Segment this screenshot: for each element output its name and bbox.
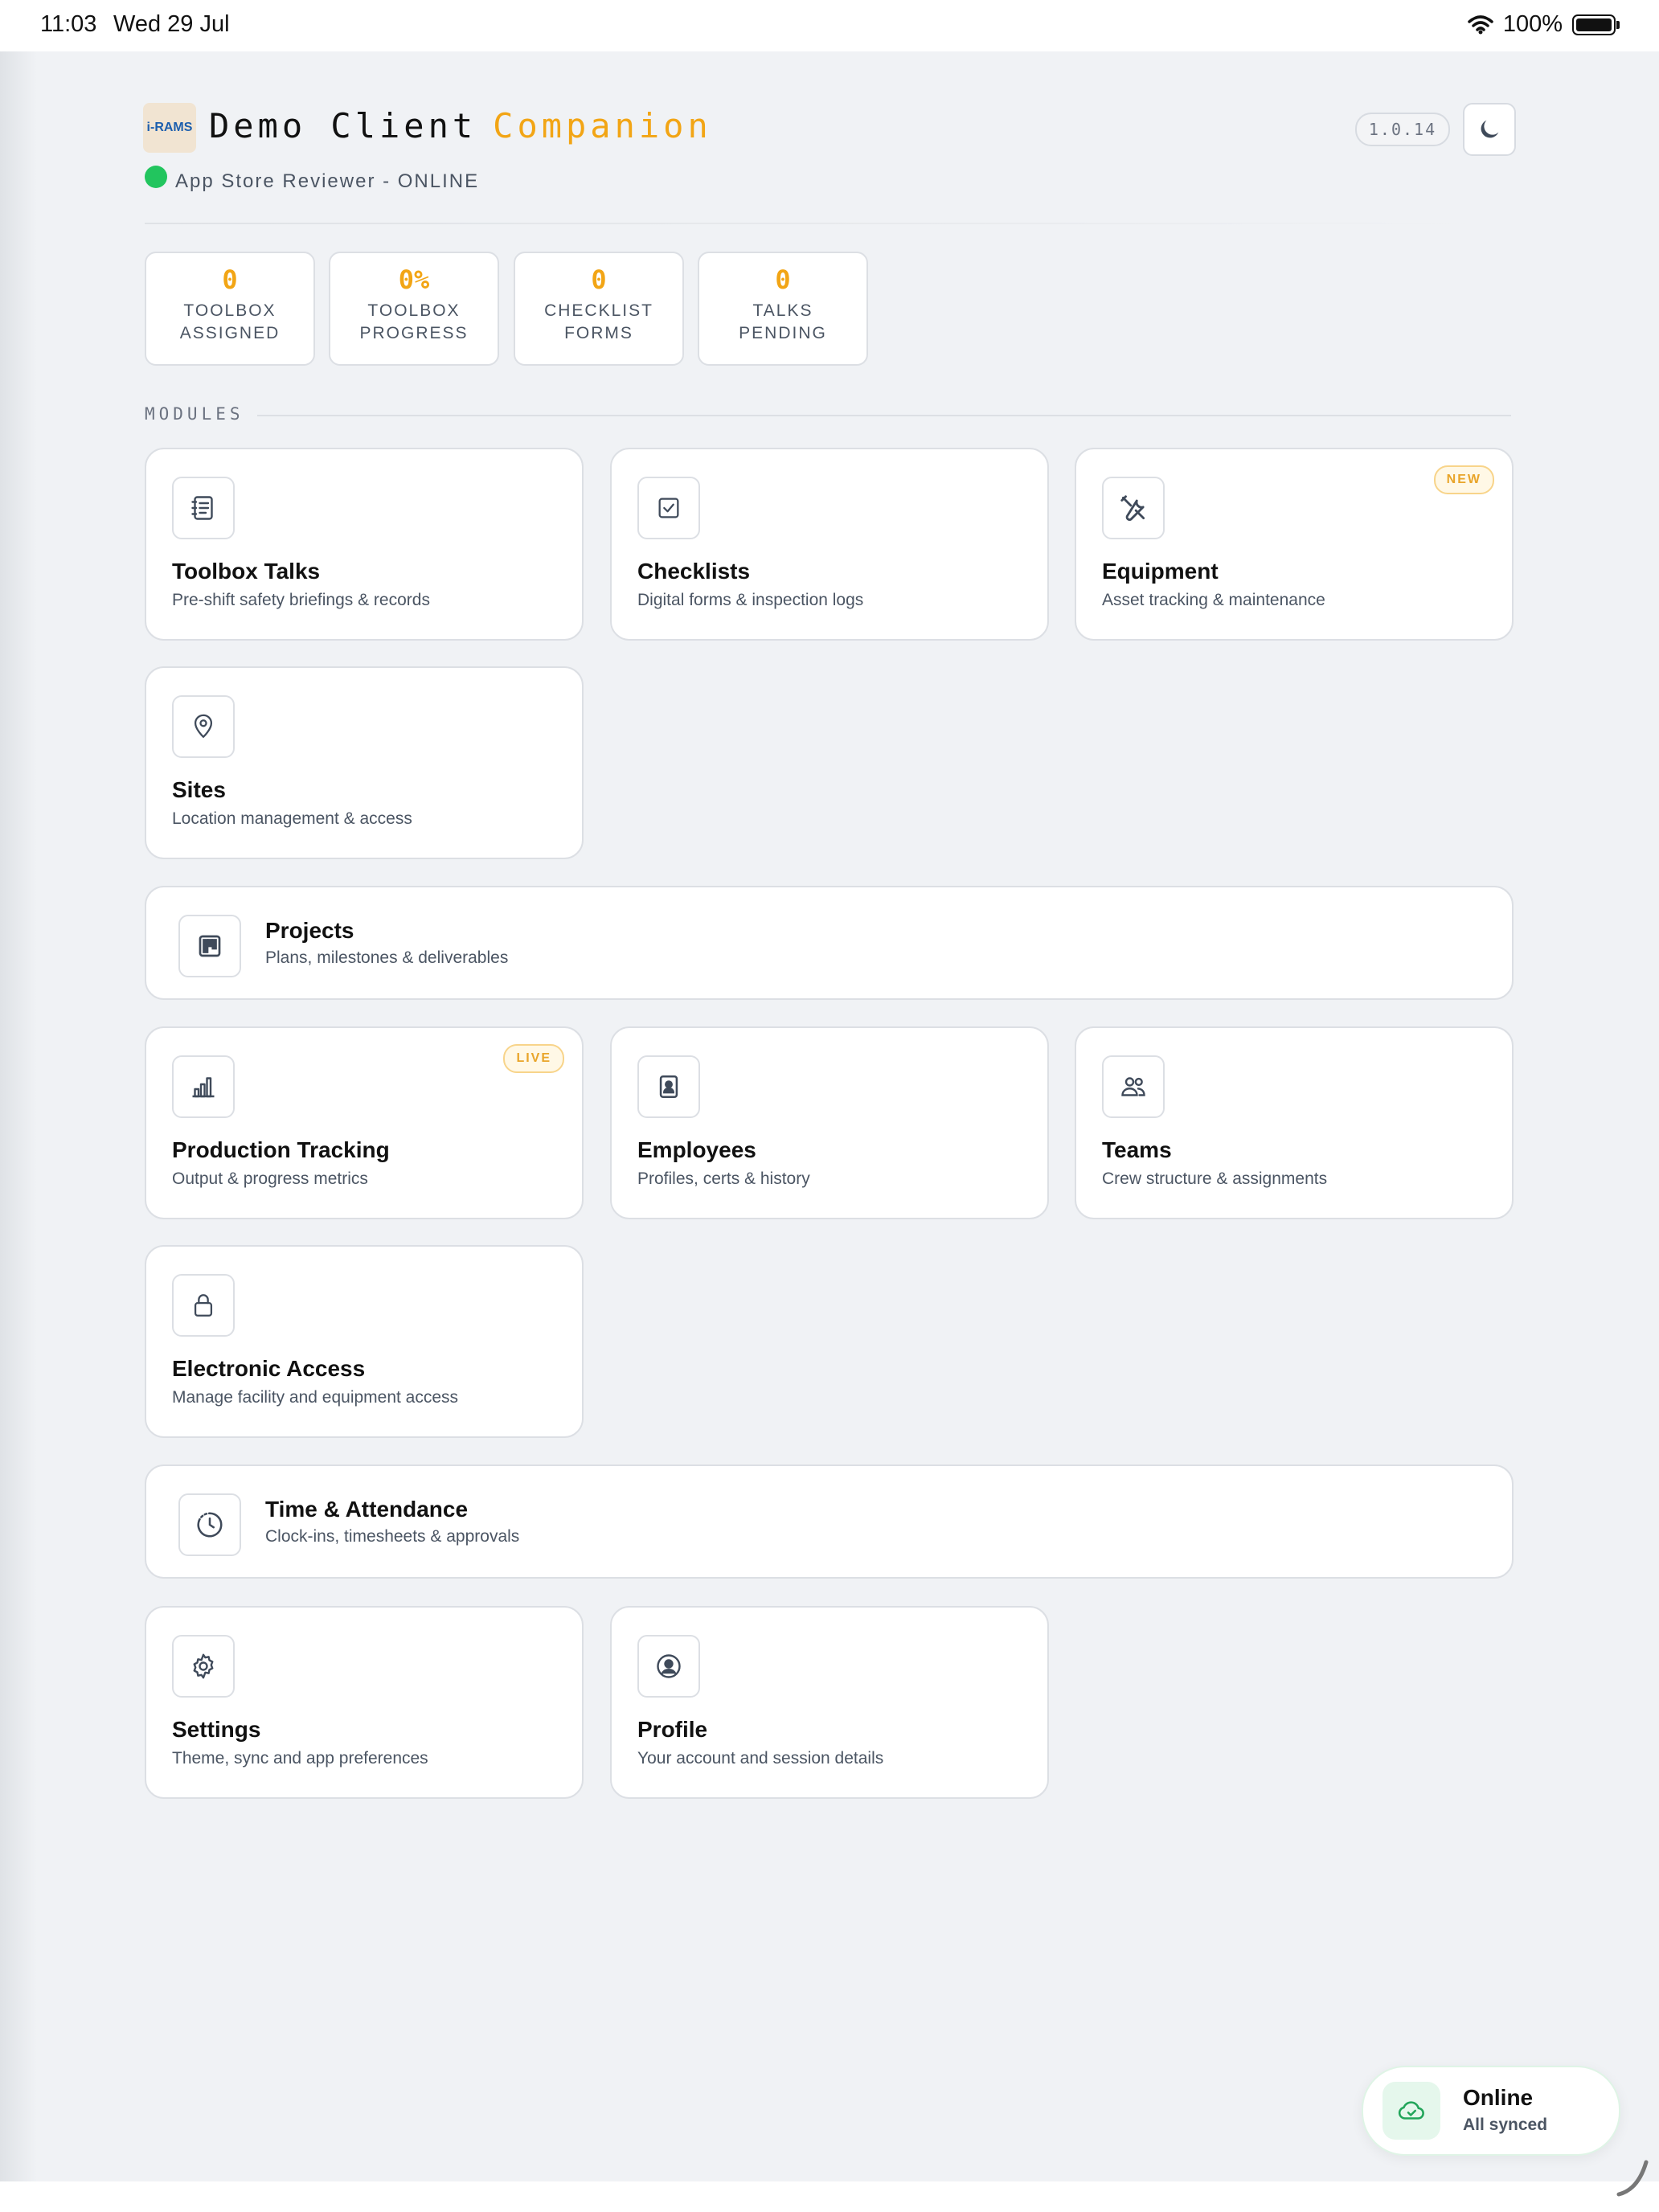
stat-talks-pending[interactable]: 0 TALKS PENDING [698, 252, 868, 366]
modules-heading: MODULES [145, 404, 244, 424]
stat-checklist-forms[interactable]: 0 CHECKLIST FORMS [514, 252, 684, 366]
module-title: Teams [1102, 1137, 1172, 1162]
module-projects[interactable]: Projects Plans, milestones & deliverable… [145, 886, 1514, 1000]
stat-toolbox-assigned[interactable]: 0 TOOLBOX ASSIGNED [145, 252, 315, 366]
module-title: Projects [265, 918, 354, 943]
stat-value: 0 [591, 264, 607, 295]
stat-label: CHECKLIST FORMS [544, 301, 653, 342]
sidebar-edge [0, 51, 37, 2181]
sync-subtitle: All synced [1463, 2116, 1548, 2134]
module-description: Clock-ins, timesheets & approvals [265, 1527, 520, 1546]
module-title: Settings [172, 1717, 261, 1742]
status-date: Wed 29 Jul [113, 11, 230, 37]
sync-title: Online [1463, 2085, 1534, 2110]
moon-icon [1476, 116, 1503, 143]
status-right: 100% [1468, 11, 1620, 38]
user-status: App Store Reviewer - ONLINE [175, 170, 480, 192]
battery-percent: 100% [1502, 11, 1563, 37]
module-description: Crew structure & assignments [1102, 1169, 1328, 1188]
new-badge: NEW [1433, 465, 1494, 494]
stat-value: 0 [775, 264, 791, 295]
module-title: Equipment [1102, 559, 1219, 584]
module-description: Profiles, certs & history [637, 1169, 810, 1188]
module-description: Digital forms & inspection logs [637, 591, 864, 609]
title-accent: Companion [493, 106, 712, 145]
module-title: Production Tracking [172, 1137, 390, 1162]
module-toolbox-talks[interactable]: Toolbox Talks Pre-shift safety briefings… [145, 448, 584, 641]
module-teams[interactable]: Teams Crew structure & assignments [1075, 1026, 1514, 1219]
module-description: Theme, sync and app preferences [172, 1749, 428, 1768]
module-sites[interactable]: Sites Location management & access [145, 666, 584, 859]
notebook-icon [172, 477, 235, 539]
module-description: Output & progress metrics [172, 1169, 368, 1188]
module-production-tracking[interactable]: LIVE Production Tracking Output & progre… [145, 1026, 584, 1219]
checkbox-icon [637, 477, 700, 539]
bar-chart-icon [172, 1055, 235, 1118]
module-time-attendance[interactable]: Time & Attendance Clock-ins, timesheets … [145, 1464, 1514, 1579]
module-description: Your account and session details [637, 1749, 884, 1768]
module-title: Toolbox Talks [172, 559, 321, 584]
module-equipment[interactable]: NEW Equipment Asset tracking & maintenan… [1075, 448, 1514, 641]
resize-handle-icon[interactable] [1614, 2154, 1653, 2199]
tools-icon [1102, 477, 1165, 539]
module-description: Manage facility and equipment access [172, 1388, 459, 1407]
page-title: Demo Client Companion [209, 106, 712, 145]
cloud-check-icon [1382, 2082, 1440, 2140]
status-time: 11:03 [40, 11, 97, 37]
users-icon [1102, 1055, 1165, 1118]
module-description: Asset tracking & maintenance [1102, 591, 1325, 609]
stat-value: 0% [398, 264, 430, 295]
stat-toolbox-progress[interactable]: 0% TOOLBOX PROGRESS [329, 252, 499, 366]
clock-icon [178, 1493, 241, 1556]
module-title: Employees [637, 1137, 756, 1162]
module-electronic-access[interactable]: Electronic Access Manage facility and eq… [145, 1245, 584, 1438]
module-employees[interactable]: Employees Profiles, certs & history [610, 1026, 1049, 1219]
user-circle-icon [637, 1635, 700, 1698]
stat-label: TOOLBOX ASSIGNED [179, 301, 281, 342]
module-title: Electronic Access [172, 1356, 366, 1381]
module-profile[interactable]: Profile Your account and session details [610, 1606, 1049, 1799]
module-title: Time & Attendance [265, 1497, 469, 1522]
online-status-dot [145, 166, 167, 188]
kanban-icon [178, 915, 241, 977]
sync-status-pill[interactable]: Online All synced [1362, 2066, 1620, 2156]
title-main: Demo Client [209, 106, 477, 145]
status-bar: 11:03 Wed 29 Jul 100% [0, 0, 1659, 51]
version-badge: 1.0.14 [1355, 113, 1450, 146]
id-badge-icon [637, 1055, 700, 1118]
header-divider [145, 223, 1487, 224]
module-settings[interactable]: Settings Theme, sync and app preferences [145, 1606, 584, 1799]
battery-icon [1572, 14, 1620, 35]
lock-icon [172, 1274, 235, 1337]
app-logo: i-RAMS [143, 103, 196, 153]
home-indicator-area [0, 2181, 1659, 2212]
gear-icon [172, 1635, 235, 1698]
stat-value: 0 [222, 264, 238, 295]
wifi-icon [1468, 14, 1493, 35]
live-badge: LIVE [503, 1044, 564, 1073]
map-pin-icon [172, 695, 235, 758]
stat-label: TOOLBOX PROGRESS [359, 301, 469, 342]
modules-divider [257, 415, 1511, 416]
theme-toggle-button[interactable] [1463, 103, 1516, 156]
module-description: Plans, milestones & deliverables [265, 948, 509, 967]
module-title: Sites [172, 777, 226, 802]
module-title: Profile [637, 1717, 708, 1742]
module-title: Checklists [637, 559, 751, 584]
module-description: Location management & access [172, 809, 412, 828]
module-checklists[interactable]: Checklists Digital forms & inspection lo… [610, 448, 1049, 641]
stat-label: TALKS PENDING [739, 301, 827, 342]
module-description: Pre-shift safety briefings & records [172, 591, 430, 609]
